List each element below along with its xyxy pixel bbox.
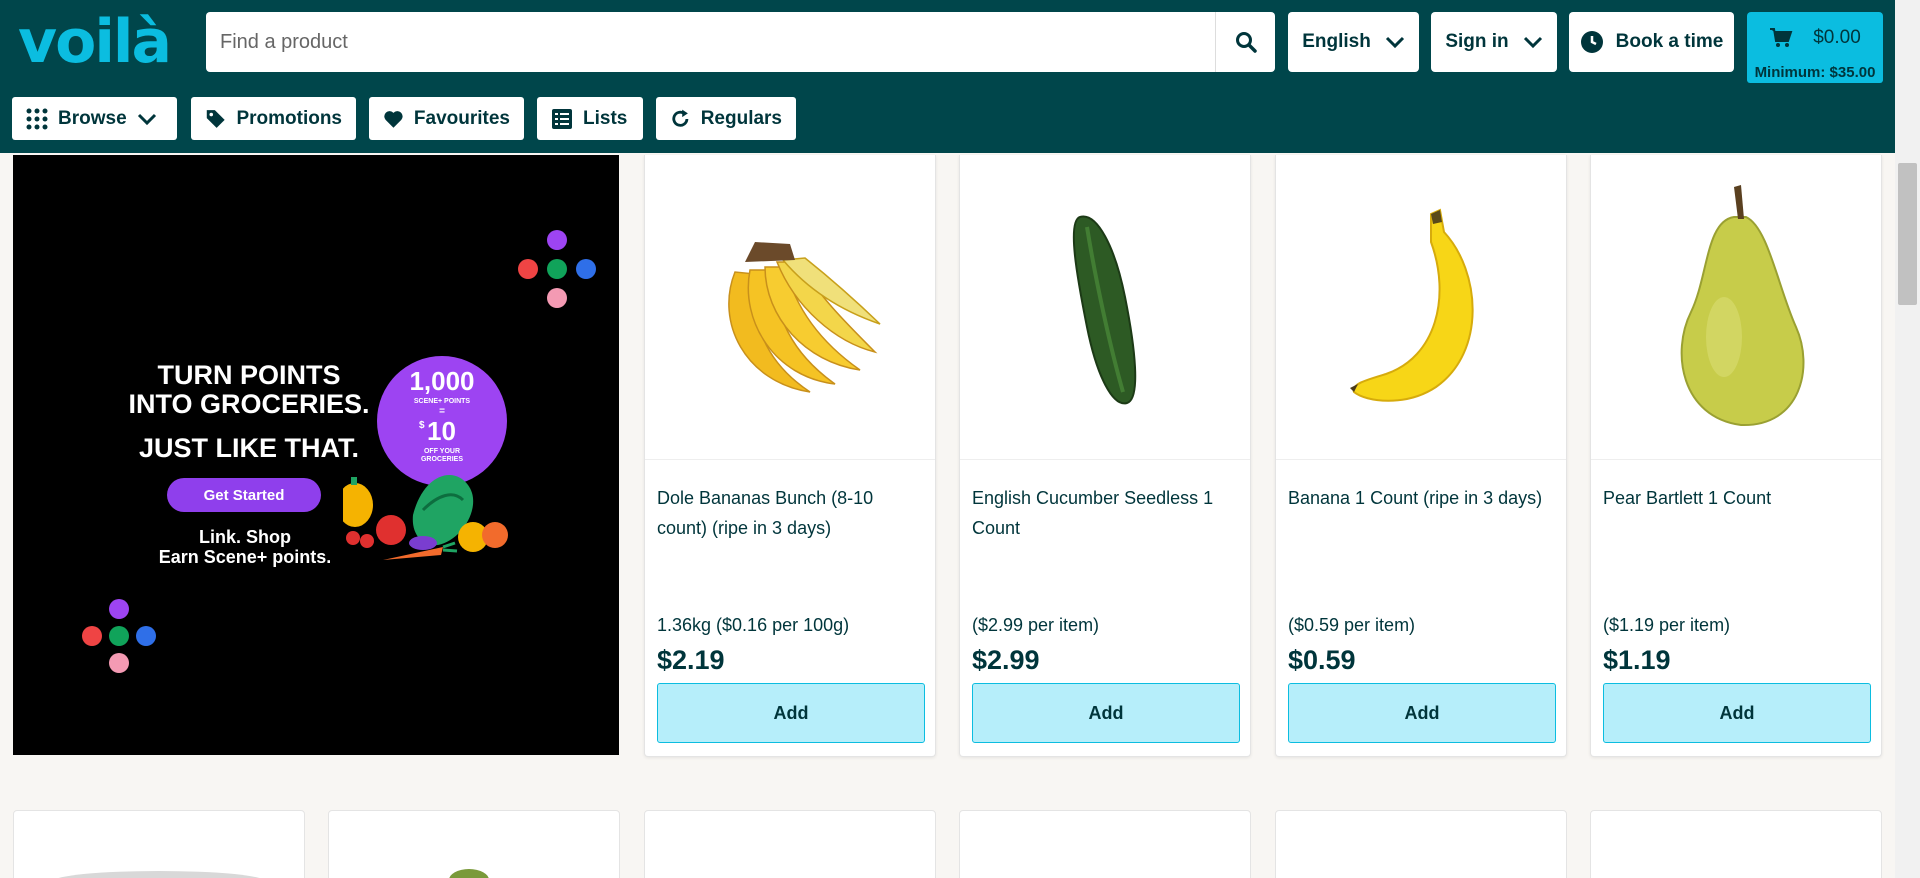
language-label: English xyxy=(1302,31,1371,52)
favourites-link[interactable]: Favourites xyxy=(369,97,524,140)
tag-icon xyxy=(206,109,225,128)
product-card[interactable] xyxy=(13,810,305,878)
regulars-label: Regulars xyxy=(700,107,782,129)
decor-dot xyxy=(547,288,567,308)
product-price: $2.19 xyxy=(657,645,725,675)
product-unit-price: ($1.19 per item) xyxy=(1603,615,1731,635)
add-to-cart-button[interactable]: Add xyxy=(1603,683,1871,743)
browse-label: Browse xyxy=(58,107,127,129)
badge-value: 10 xyxy=(427,416,456,446)
product-image[interactable] xyxy=(1276,155,1566,460)
get-started-button[interactable]: Get Started xyxy=(167,478,321,512)
cucumber-image xyxy=(1072,215,1137,405)
cart-minimum-note: Minimum: $35.00 xyxy=(1747,61,1883,83)
refresh-icon xyxy=(672,109,689,127)
search-bar xyxy=(206,12,1275,72)
scrollbar-thumb[interactable] xyxy=(1898,163,1917,305)
grid-icon xyxy=(26,108,48,129)
promotions-label: Promotions xyxy=(236,107,342,129)
badge-points: 1,000 xyxy=(409,366,475,396)
book-a-time-button[interactable]: Book a time xyxy=(1569,12,1734,72)
decor-dot xyxy=(109,599,129,619)
add-to-cart-button[interactable]: Add xyxy=(972,683,1240,743)
product-image[interactable] xyxy=(960,155,1250,460)
product-unit-price: ($0.59 per item) xyxy=(1288,615,1416,635)
badge-off-1: OFF YOUR xyxy=(423,448,461,455)
product-card[interactable] xyxy=(328,810,620,878)
add-to-cart-button[interactable]: Add xyxy=(1288,683,1556,743)
decor-dot xyxy=(82,626,102,646)
product-name[interactable]: Dole Bananas Bunch (8-10 count) (ripe in… xyxy=(657,483,925,543)
chevron-down-icon xyxy=(1385,36,1404,49)
product-name[interactable]: Pear Bartlett 1 Count xyxy=(1603,483,1871,513)
product-card[interactable] xyxy=(644,810,936,878)
product-image[interactable] xyxy=(54,871,264,878)
cart-total: $0.00 xyxy=(1813,27,1861,48)
decor-dot xyxy=(518,259,538,279)
product-unit-price: 1.36kg ($0.16 per 100g) xyxy=(657,615,850,635)
product-price: $2.99 xyxy=(972,645,1040,675)
product-card[interactable]: Dole Bananas Bunch (8-10 count) (ripe in… xyxy=(644,155,936,757)
clock-icon xyxy=(1580,31,1603,53)
product-card[interactable]: Banana 1 Count (ripe in 3 days) ($0.59 p… xyxy=(1275,155,1567,757)
chevron-down-icon xyxy=(137,113,156,125)
regulars-link[interactable]: Regulars xyxy=(656,97,796,140)
decor-dot xyxy=(136,626,156,646)
add-to-cart-button[interactable]: Add xyxy=(657,683,925,743)
product-card[interactable] xyxy=(1590,810,1882,878)
product-card[interactable]: English Cucumber Seedless 1 Count ($2.99… xyxy=(959,155,1251,757)
page-scrollbar[interactable] xyxy=(1895,0,1920,878)
lists-label: Lists xyxy=(583,107,628,129)
product-card[interactable]: Pear Bartlett 1 Count ($1.19 per item) $… xyxy=(1590,155,1882,757)
product-card[interactable] xyxy=(1275,810,1567,878)
product-card[interactable] xyxy=(959,810,1251,878)
product-price: $0.59 xyxy=(1288,645,1356,675)
favourites-label: Favourites xyxy=(413,107,510,129)
banana-image xyxy=(1350,208,1474,402)
list-icon xyxy=(552,108,572,129)
product-name[interactable]: Banana 1 Count (ripe in 3 days) xyxy=(1288,483,1556,513)
badge-scene: SCENE+ POINTS xyxy=(413,398,471,405)
sign-in-dropdown[interactable]: Sign in xyxy=(1431,12,1557,72)
product-price: $1.19 xyxy=(1603,645,1671,675)
book-a-time-label: Book a time xyxy=(1615,31,1724,52)
decor-dot xyxy=(109,626,129,646)
product-name[interactable]: English Cucumber Seedless 1 Count xyxy=(972,483,1240,543)
vegetables-illustration xyxy=(343,475,508,560)
decor-dot xyxy=(576,259,596,279)
scene-points-banner[interactable]: TURN POINTS INTO GROCERIES. JUST LIKE TH… xyxy=(13,155,619,755)
browse-dropdown[interactable]: Browse xyxy=(12,97,177,140)
decor-dot xyxy=(109,653,129,673)
cart-icon xyxy=(1770,28,1793,47)
search-input[interactable] xyxy=(206,12,1215,72)
product-image[interactable] xyxy=(449,869,489,878)
top-header: voilà English Sign in Book a time $0.00 … xyxy=(0,0,1895,153)
decor-dot xyxy=(547,230,567,250)
voila-logo[interactable]: voilà xyxy=(18,6,172,78)
sign-in-label: Sign in xyxy=(1445,31,1509,52)
chevron-down-icon xyxy=(1523,36,1542,49)
product-unit-price: ($2.99 per item) xyxy=(972,615,1100,635)
product-image[interactable] xyxy=(645,155,935,460)
lists-link[interactable]: Lists xyxy=(537,97,643,140)
promotions-link[interactable]: Promotions xyxy=(191,97,356,140)
search-button[interactable] xyxy=(1215,12,1275,72)
language-dropdown[interactable]: English xyxy=(1288,12,1419,72)
decor-dot xyxy=(547,259,567,279)
heart-icon xyxy=(384,110,403,128)
badge-dollar: $ xyxy=(419,420,425,431)
banana-bunch-image xyxy=(728,242,881,393)
search-icon xyxy=(1235,32,1257,53)
product-image[interactable] xyxy=(1591,155,1881,460)
cart-button[interactable]: $0.00 xyxy=(1747,12,1883,64)
pear-image xyxy=(1680,185,1805,427)
